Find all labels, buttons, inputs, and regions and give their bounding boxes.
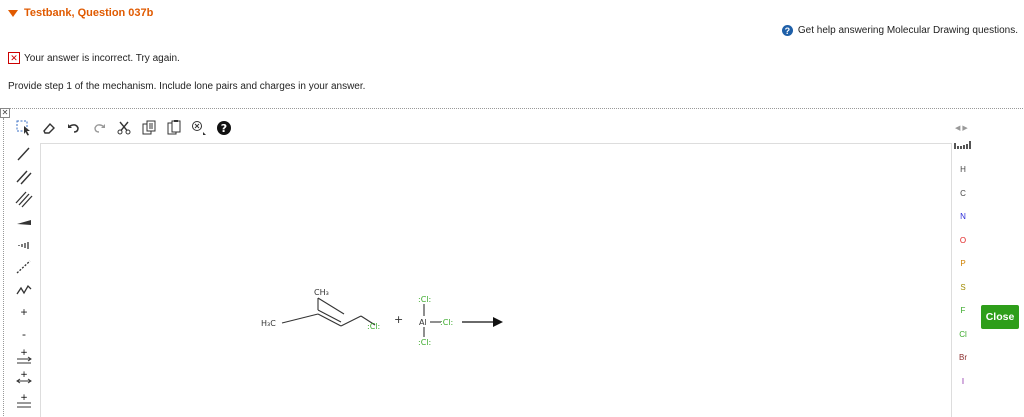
redo-icon[interactable] — [91, 120, 107, 136]
svg-text:+: + — [20, 370, 28, 380]
cut-icon[interactable] — [116, 120, 132, 136]
editor-close-icon[interactable]: ✕ — [0, 108, 10, 118]
positive-charge-icon[interactable]: + — [12, 301, 36, 324]
molecule-drawing: CH₃ H₃C :Cl: + :Cl: Al :Cl: :Cl: — [261, 288, 503, 347]
al-cl-top-label: :Cl: — [418, 295, 431, 304]
element-button-c[interactable]: C — [951, 182, 975, 206]
collapse-triangle-icon[interactable] — [8, 9, 18, 17]
ch3-label: CH₃ — [314, 288, 329, 297]
al-label: Al — [419, 318, 427, 327]
undo-icon[interactable] — [66, 120, 82, 136]
copy-icon[interactable] — [141, 120, 157, 136]
element-toolbar: H C N O P S F Cl Br I — [951, 120, 975, 393]
al-cl-right-label: :Cl: — [440, 318, 453, 327]
svg-text:+: + — [20, 393, 28, 403]
plus-sign: + — [394, 313, 403, 326]
incorrect-icon: ✕ — [8, 52, 20, 64]
question-title-text: Testbank, Question 037b — [24, 7, 154, 19]
charge-arrow-icon[interactable]: + — [12, 346, 36, 369]
zoom-icon[interactable] — [191, 120, 207, 136]
paste-icon[interactable] — [166, 120, 182, 136]
element-button-h[interactable]: H — [951, 158, 975, 182]
triple-bond-icon[interactable] — [12, 188, 36, 211]
element-button-n[interactable]: N — [951, 205, 975, 229]
h3c-label: H₃C — [261, 319, 276, 328]
bond-toolbar: + - + + + — [12, 143, 36, 413]
help-icon[interactable]: ? — [781, 25, 793, 36]
drawing-canvas[interactable]: CH₃ H₃C :Cl: + :Cl: Al :Cl: :Cl: — [40, 143, 952, 417]
element-button-o[interactable]: O — [951, 229, 975, 253]
negative-charge-icon[interactable]: - — [12, 323, 36, 346]
reaction-arrowhead — [493, 317, 503, 327]
chain-tool-icon[interactable] — [12, 278, 36, 301]
status-text: Your answer is incorrect. Try again. — [24, 52, 180, 64]
instructions: Provide step 1 of the mechanism. Include… — [8, 81, 366, 92]
wedge-bond-icon[interactable] — [12, 211, 36, 234]
status-message: ✕ Your answer is incorrect. Try again. — [8, 52, 180, 64]
al-cl-bottom-label: :Cl: — [418, 338, 431, 347]
double-bond-icon[interactable] — [12, 166, 36, 189]
close-button[interactable]: Close — [981, 305, 1019, 329]
element-button-br[interactable]: Br — [951, 346, 975, 370]
reaction-arrow-icon[interactable]: + — [12, 368, 36, 391]
single-bond-icon[interactable] — [12, 143, 36, 166]
element-button-p[interactable]: P — [951, 252, 975, 276]
equilibrium-arrow-icon[interactable]: + — [12, 391, 36, 414]
svg-text:+: + — [20, 348, 28, 358]
select-tool-icon[interactable] — [16, 120, 32, 136]
chain-cl-label: :Cl: — [367, 322, 380, 331]
editor-border — [3, 118, 6, 416]
element-button-i[interactable]: I — [951, 370, 975, 394]
help-link[interactable]: ? Get help answering Molecular Drawing q… — [781, 25, 1018, 36]
eraser-icon[interactable] — [41, 120, 57, 136]
question-title[interactable]: Testbank, Question 037b — [8, 7, 153, 19]
svg-text:?: ? — [221, 122, 227, 135]
hash-bond-icon[interactable] — [12, 233, 36, 256]
help-label[interactable]: Get help answering Molecular Drawing que… — [798, 25, 1018, 36]
element-button-cl[interactable]: Cl — [951, 323, 975, 347]
editor-toolbar: ? — [16, 118, 232, 138]
wavy-bond-icon[interactable] — [12, 256, 36, 279]
element-button-s[interactable]: S — [951, 276, 975, 300]
element-button-f[interactable]: F — [951, 299, 975, 323]
periodic-table-icon[interactable] — [951, 132, 975, 158]
element-list: H C N O P S F Cl Br I — [951, 158, 975, 393]
help-icon[interactable]: ? — [216, 120, 232, 136]
